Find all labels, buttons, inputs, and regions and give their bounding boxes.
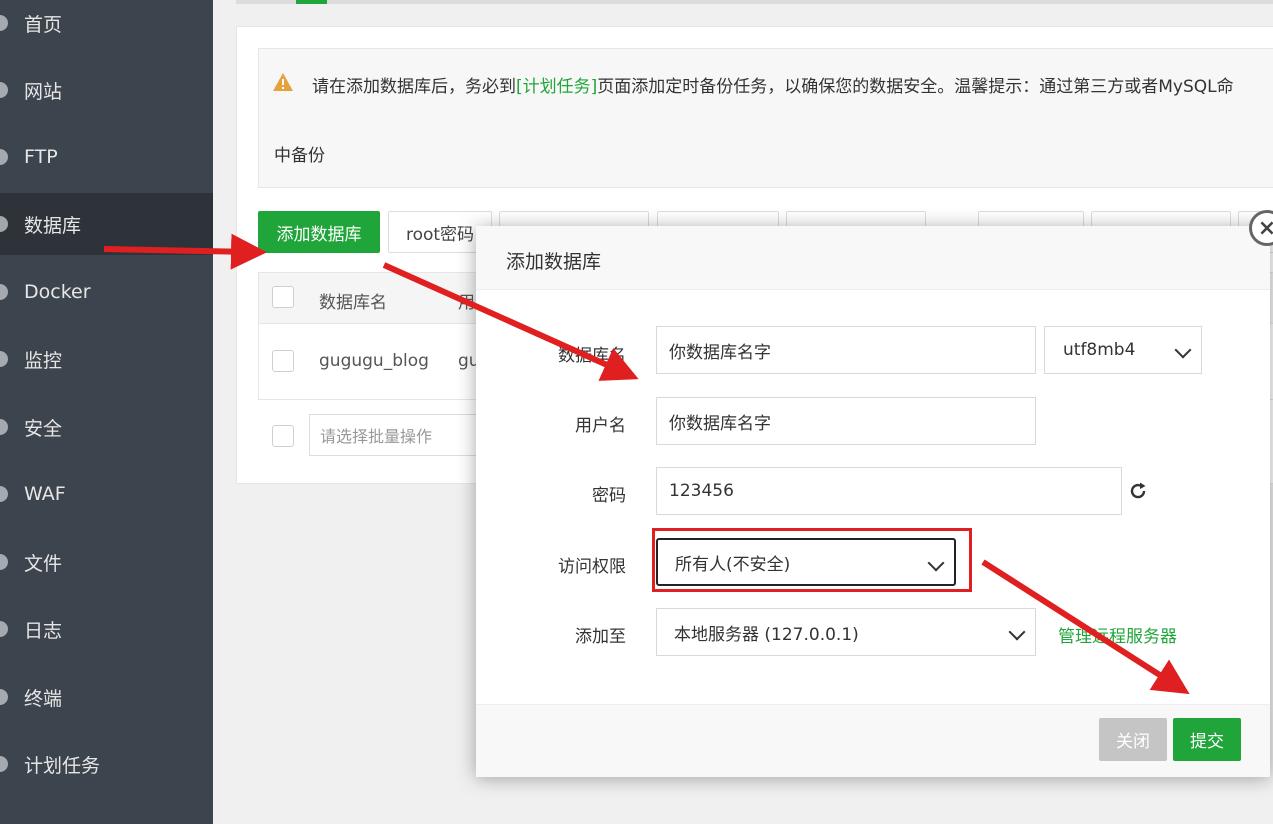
top-tab-bar xyxy=(236,0,1273,4)
docker-icon xyxy=(0,284,8,300)
add-database-button[interactable]: 添加数据库 xyxy=(258,211,380,253)
sidebar-item-monitor[interactable]: 监控 xyxy=(0,328,213,390)
sidebar-item-label: 日志 xyxy=(24,619,63,642)
sidebar: 首页 网站 FTP 数据库 Docker 监控 安全 WAF 文件 日志 终端 … xyxy=(0,0,213,824)
sidebar-item-database[interactable]: 数据库 xyxy=(0,193,213,255)
charset-value: utf8mb4 xyxy=(1063,340,1136,360)
db-name-value: 你数据库名字 xyxy=(669,342,771,363)
server-value: 本地服务器 (127.0.0.1) xyxy=(674,624,859,645)
chevron-down-icon xyxy=(1174,341,1192,359)
alert-text-line2: 中备份 xyxy=(274,146,325,166)
sidebar-item-ftp[interactable]: FTP xyxy=(0,126,213,188)
access-label: 访问权限 xyxy=(558,557,626,577)
user-label: 用户名 xyxy=(575,416,626,436)
folder-icon xyxy=(0,554,8,570)
table-cell-dbname: gugugu_blog xyxy=(319,351,429,371)
sidebar-item-website[interactable]: 网站 xyxy=(0,59,213,121)
column-header-user: 用 xyxy=(458,293,475,313)
dialog-title: 添加数据库 xyxy=(506,251,602,273)
refresh-icon[interactable] xyxy=(1128,481,1148,501)
sidebar-item-label: 安全 xyxy=(24,417,63,440)
log-icon xyxy=(0,621,8,637)
sidebar-item-logs[interactable]: 日志 xyxy=(0,598,213,660)
sidebar-item-label: 计划任务 xyxy=(24,754,101,777)
cron-task-link[interactable]: [计划任务] xyxy=(516,77,597,97)
sidebar-item-label: Docker xyxy=(24,281,91,303)
highlight-box xyxy=(652,528,972,592)
server-select[interactable]: 本地服务器 (127.0.0.1) xyxy=(656,608,1036,656)
warning-icon xyxy=(273,73,293,91)
shield-icon xyxy=(0,419,8,435)
password-value: 123456 xyxy=(669,481,734,501)
sidebar-item-label: WAF xyxy=(24,483,66,505)
ftp-icon xyxy=(0,149,8,165)
manage-remote-server-link[interactable]: 管理远程服务器 xyxy=(1058,622,1177,647)
sidebar-item-home[interactable]: 首页 xyxy=(0,0,213,54)
row-checkbox[interactable] xyxy=(272,350,294,372)
sidebar-item-security[interactable]: 安全 xyxy=(0,396,213,458)
column-header-dbname: 数据库名 xyxy=(319,293,387,313)
username-input[interactable]: 你数据库名字 xyxy=(656,397,1036,445)
sidebar-item-terminal[interactable]: 终端 xyxy=(0,666,213,728)
sidebar-item-label: 文件 xyxy=(24,552,63,575)
select-all-checkbox[interactable] xyxy=(272,286,294,308)
home-icon xyxy=(0,15,8,31)
username-value: 你数据库名字 xyxy=(669,413,771,434)
sidebar-item-label: 数据库 xyxy=(24,214,82,237)
charset-select[interactable]: utf8mb4 xyxy=(1044,326,1202,374)
sidebar-item-cron[interactable]: 计划任务 xyxy=(0,733,213,795)
password-input[interactable]: 123456 xyxy=(656,467,1122,515)
database-icon xyxy=(0,216,8,232)
clock-icon xyxy=(0,756,8,772)
sidebar-item-label: FTP xyxy=(24,146,58,168)
dialog-header: 添加数据库 xyxy=(476,226,1270,290)
add-to-label: 添加至 xyxy=(575,627,626,647)
backup-alert xyxy=(258,48,1273,188)
chevron-down-icon xyxy=(1008,623,1026,641)
sidebar-item-label: 首页 xyxy=(24,13,63,36)
sidebar-item-waf[interactable]: WAF xyxy=(0,463,213,525)
terminal-icon xyxy=(0,689,8,705)
sidebar-item-files[interactable]: 文件 xyxy=(0,531,213,593)
sidebar-item-label: 监控 xyxy=(24,349,63,372)
db-name-input[interactable]: 你数据库名字 xyxy=(656,326,1036,374)
waf-shield-icon xyxy=(0,486,8,502)
sidebar-item-label: 终端 xyxy=(24,687,63,710)
close-button[interactable]: 关闭 xyxy=(1099,718,1167,761)
batch-checkbox[interactable] xyxy=(272,425,294,447)
sidebar-item-label: 网站 xyxy=(24,80,63,103)
db-name-label: 数据库名 xyxy=(558,346,626,366)
tab-active-indicator xyxy=(296,0,327,4)
password-label: 密码 xyxy=(592,486,626,506)
batch-placeholder: 请选择批量操作 xyxy=(320,427,433,446)
monitor-icon xyxy=(0,351,8,367)
sidebar-item-docker[interactable]: Docker xyxy=(0,261,213,323)
batch-operation-select[interactable]: 请选择批量操作 xyxy=(309,414,479,456)
submit-button[interactable]: 提交 xyxy=(1173,718,1241,761)
globe-icon xyxy=(0,82,8,98)
alert-text: 请在添加数据库后，务必到[计划任务]页面添加定时备份任务，以确保您的数据安全。温… xyxy=(312,77,1234,97)
